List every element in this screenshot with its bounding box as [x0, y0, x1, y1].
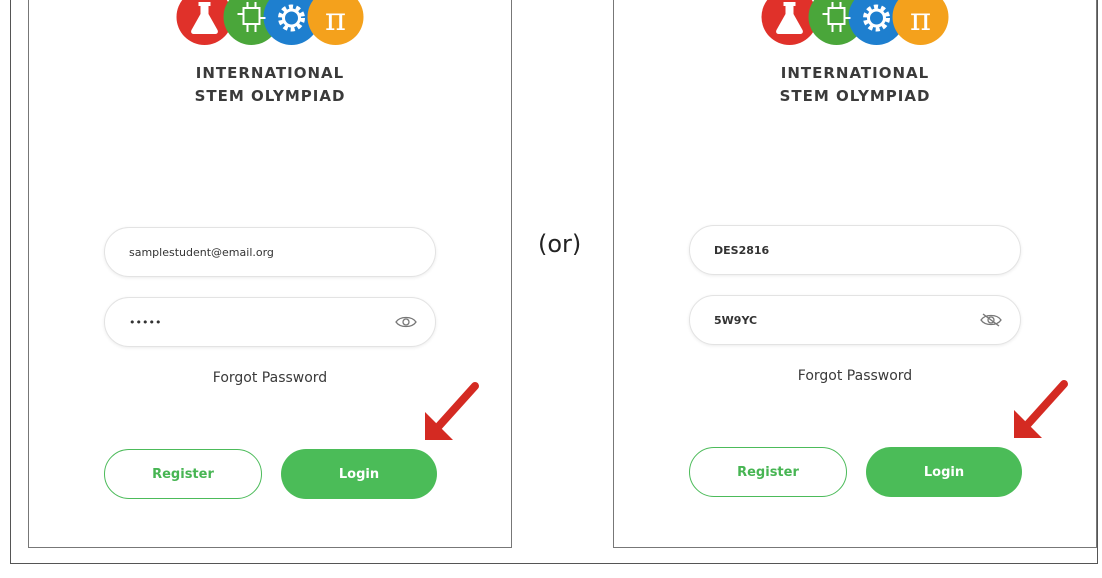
password-value: 5W9YC: [714, 313, 758, 327]
brand-line-2: STEM OLYMPIAD: [779, 87, 931, 105]
brand-line-1: INTERNATIONAL: [780, 64, 930, 82]
login-button[interactable]: Login: [281, 449, 437, 499]
brand-line-1: INTERNATIONAL: [195, 64, 345, 82]
pi-icon: π: [325, 0, 346, 38]
student-code-field[interactable]: DES2816: [689, 225, 1021, 275]
or-separator: (or): [538, 230, 582, 258]
password-value: •••••: [129, 315, 162, 329]
brand-title: INTERNATIONAL STEM OLYMPIAD: [29, 62, 511, 108]
brand-line-2: STEM OLYMPIAD: [194, 87, 346, 105]
eye-icon[interactable]: [395, 315, 417, 329]
register-button[interactable]: Register: [104, 449, 262, 499]
email-value: samplestudent@email.org: [129, 245, 274, 259]
red-arrow-annotation: [1014, 380, 1068, 438]
pi-icon: π: [910, 0, 931, 38]
login-card-email: π INTERNATIONAL STEM OLYMPIAD samplestud…: [28, 0, 512, 548]
eye-slash-icon[interactable]: [980, 313, 1002, 327]
student-code-value: DES2816: [714, 243, 770, 257]
register-button[interactable]: Register: [689, 447, 847, 497]
email-field[interactable]: samplestudent@email.org: [104, 227, 436, 277]
password-field[interactable]: •••••: [104, 297, 436, 347]
login-card-code: π INTERNATIONAL STEM OLYMPIAD DES2816 5W…: [613, 0, 1097, 548]
brand-title: INTERNATIONAL STEM OLYMPIAD: [614, 62, 1096, 108]
stem-olympiad-logo: π: [761, 0, 949, 45]
red-arrow-annotation: [425, 382, 479, 440]
login-button[interactable]: Login: [866, 447, 1022, 497]
password-field[interactable]: 5W9YC: [689, 295, 1021, 345]
stem-olympiad-logo: π: [176, 0, 364, 45]
